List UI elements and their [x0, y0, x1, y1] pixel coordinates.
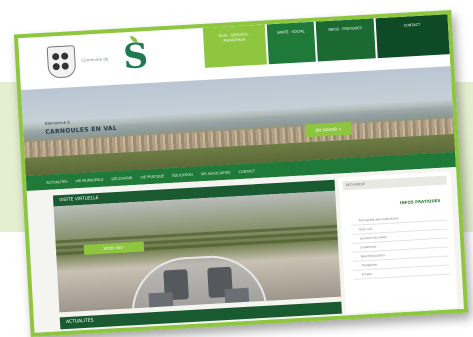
video-label[interactable]: VIDÉO 360°: [83, 241, 145, 255]
menu-item-contact[interactable]: CONTACT: [238, 169, 255, 174]
hero-kicker: Bienvenue à: [44, 119, 70, 126]
brand-text: Commune de: [81, 56, 109, 63]
sidebar-title: INFOS PRATIQUES: [399, 197, 441, 206]
menu-item-vie-pratique[interactable]: VIE PRATIQUE: [140, 174, 164, 179]
s-logo[interactable]: S: [122, 36, 149, 77]
virtual-visit-video[interactable]: VIDÉO 360°: [53, 190, 342, 313]
panel-right: [224, 287, 250, 304]
sidebar: RECHERCHE INFOS PRATIQUES Formalités adm…: [338, 171, 458, 314]
hero-button[interactable]: EN SAVOIR +: [305, 121, 353, 138]
menu-item-decouvrir[interactable]: DÉCOUVRIR: [111, 176, 132, 181]
menu-item-education[interactable]: ÉDUCATION: [172, 172, 193, 177]
menu-item-vie-associative[interactable]: VIE ASSOCIATIVE: [201, 170, 231, 176]
sidebar-search[interactable]: RECHERCHE: [342, 175, 447, 191]
sidebar-list: Formalités administratives État civil Lo…: [350, 211, 450, 280]
nav-tab-contact[interactable]: CONTACT: [375, 14, 450, 59]
nav-tab-infos[interactable]: INFOS · PRATIQUES: [315, 18, 376, 62]
menu-item-vie-municipale[interactable]: VIE MUNICIPALE: [75, 177, 103, 183]
nav-tab-elus[interactable]: ÉLUS · SERVICES · MUNICIPAUX: [202, 24, 267, 68]
nav-tab-sante[interactable]: SANTÉ · SOCIAL: [266, 21, 316, 65]
town-crest-logo[interactable]: [46, 45, 77, 79]
menu-item-actualites[interactable]: ACTUALITÉS: [46, 179, 68, 184]
website-screenshot-card: Commune de S ÉLUS · SERVICES · MUNICIPAU…: [13, 10, 469, 337]
panel-left: [148, 292, 174, 308]
main-content: VISITE VIRTUELLE VIDÉO 360° ACTUALITÉS R…: [26, 166, 464, 333]
